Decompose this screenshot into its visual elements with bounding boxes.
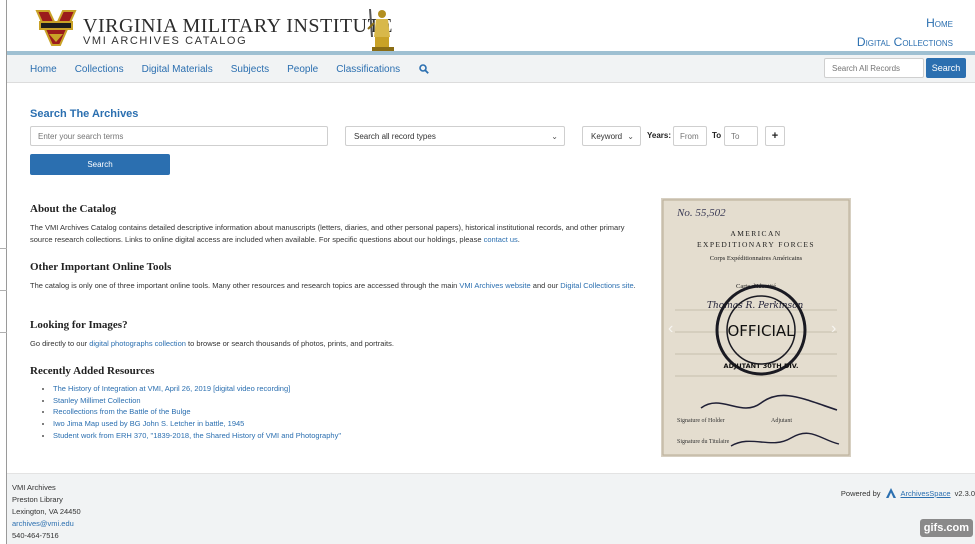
resource-link[interactable]: Recollections from the Battle of the Bul… bbox=[53, 407, 191, 416]
card-line-american: AMERICAN bbox=[730, 229, 781, 238]
card-titulaire-label: Signature du Titulaire bbox=[677, 439, 730, 445]
nav-subjects[interactable]: Subjects bbox=[231, 64, 269, 75]
recent-heading: Recently Added Resources bbox=[30, 365, 155, 377]
search-heading: Search The Archives bbox=[30, 108, 139, 120]
footer-email-link[interactable]: archives@vmi.edu bbox=[12, 519, 74, 528]
footer-address: VMI Archives Preston Library Lexington, … bbox=[12, 483, 81, 540]
list-item: Recollections from the Battle of the Bul… bbox=[53, 406, 341, 418]
search-submit-button[interactable]: Search bbox=[30, 154, 170, 175]
card-line-aef: EXPEDITIONARY FORCES bbox=[697, 240, 815, 249]
site-subtitle: VMI ARCHIVES CATALOG bbox=[83, 35, 248, 47]
quick-search-input[interactable] bbox=[824, 58, 924, 78]
recent-resources-list: The History of Integration at VMI, April… bbox=[42, 383, 341, 442]
carousel-next-icon[interactable]: › bbox=[831, 320, 836, 338]
nav-people[interactable]: People bbox=[287, 64, 318, 75]
contact-us-link[interactable]: contact us bbox=[484, 235, 518, 244]
list-item: Iwo Jima Map used by BG John S. Letcher … bbox=[53, 418, 341, 430]
quick-search-button[interactable]: Search bbox=[926, 58, 966, 78]
digital-photographs-link[interactable]: digital photographs collection bbox=[89, 339, 186, 348]
chevron-down-icon: ⌄ bbox=[551, 132, 558, 141]
list-item: Student work from ERH 370, "1839-2018, t… bbox=[53, 430, 341, 442]
site-header: VIRGINIA MILITARY INSTITUTE VMI ARCHIVES… bbox=[7, 0, 975, 53]
record-type-value: Search all record types bbox=[354, 131, 436, 141]
field-value: Keyword bbox=[591, 131, 623, 141]
to-label: To bbox=[712, 131, 722, 140]
site-footer: VMI Archives Preston Library Lexington, … bbox=[7, 473, 975, 544]
resource-link[interactable]: The History of Integration at VMI, April… bbox=[53, 384, 290, 393]
card-stamp-official: OFFICIAL bbox=[727, 322, 795, 340]
main-nav: Home Collections Digital Materials Subje… bbox=[7, 55, 975, 83]
resource-link[interactable]: Stanley Millimet Collection bbox=[53, 396, 141, 405]
add-search-row-button[interactable]: + bbox=[765, 126, 785, 146]
vmi-archives-website-link[interactable]: VMI Archives website bbox=[459, 281, 530, 290]
header-home-link[interactable]: Home bbox=[857, 14, 953, 33]
header-links: Home Digital Collections bbox=[857, 14, 953, 52]
year-from-input[interactable] bbox=[673, 126, 707, 146]
nav-digital-materials[interactable]: Digital Materials bbox=[142, 64, 213, 75]
images-heading: Looking for Images? bbox=[30, 319, 128, 331]
about-heading: About the Catalog bbox=[30, 203, 117, 215]
record-type-select[interactable]: Search all record types ⌄ bbox=[345, 126, 565, 146]
card-stamp-ring: ADJUTANT 30TH DIV. bbox=[724, 362, 799, 370]
list-item: The History of Integration at VMI, April… bbox=[53, 383, 341, 395]
version-text: v2.3.0 bbox=[954, 488, 975, 498]
list-item: Stanley Millimet Collection bbox=[53, 395, 341, 407]
search-terms-input[interactable] bbox=[30, 126, 328, 146]
carousel-prev-icon[interactable]: ‹ bbox=[668, 320, 673, 338]
card-signature-label: Signature of Holder bbox=[677, 417, 725, 424]
gifs-watermark: gifs.com bbox=[919, 519, 973, 537]
tools-heading: Other Important Online Tools bbox=[30, 261, 172, 273]
archivesspace-link[interactable]: ArchivesSpace bbox=[901, 489, 951, 498]
powered-by: Powered by ArchivesSpace v2.3.0 bbox=[840, 488, 975, 498]
featured-document-image[interactable]: No. 55,502 AMERICAN EXPEDITIONARY FORCES… bbox=[661, 198, 851, 457]
resource-link[interactable]: Iwo Jima Map used by BG John S. Letcher … bbox=[53, 419, 244, 428]
nav-collections[interactable]: Collections bbox=[75, 64, 124, 75]
field-select[interactable]: Keyword ⌄ bbox=[582, 126, 641, 146]
chevron-down-icon: ⌄ bbox=[627, 132, 634, 141]
card-adjutant-label: Adjutant bbox=[771, 418, 792, 424]
about-text: The VMI Archives Catalog contains detail… bbox=[30, 223, 625, 244]
search-icon[interactable] bbox=[419, 64, 430, 74]
statue-emblem-icon bbox=[367, 9, 394, 51]
digital-collections-site-link[interactable]: Digital Collections site bbox=[560, 281, 633, 290]
resource-link[interactable]: Student work from ERH 370, "1839-2018, t… bbox=[53, 431, 341, 440]
card-number: No. 55,502 bbox=[676, 207, 726, 219]
years-label: Years: bbox=[647, 131, 672, 140]
nav-home[interactable]: Home bbox=[30, 64, 57, 75]
nav-classifications[interactable]: Classifications bbox=[336, 64, 400, 75]
vmi-logo[interactable] bbox=[35, 8, 77, 48]
card-line-corps: Corps Expéditionnaires Américains bbox=[710, 255, 803, 262]
year-to-input[interactable] bbox=[724, 126, 758, 146]
images-text: Go directly to our digital photographs c… bbox=[30, 339, 394, 348]
archivesspace-logo-icon bbox=[885, 488, 896, 498]
footer-phone: 540-464-7516 bbox=[12, 531, 59, 540]
tools-text: The catalog is only one of three importa… bbox=[30, 281, 636, 290]
header-digital-collections-link[interactable]: Digital Collections bbox=[857, 33, 953, 52]
